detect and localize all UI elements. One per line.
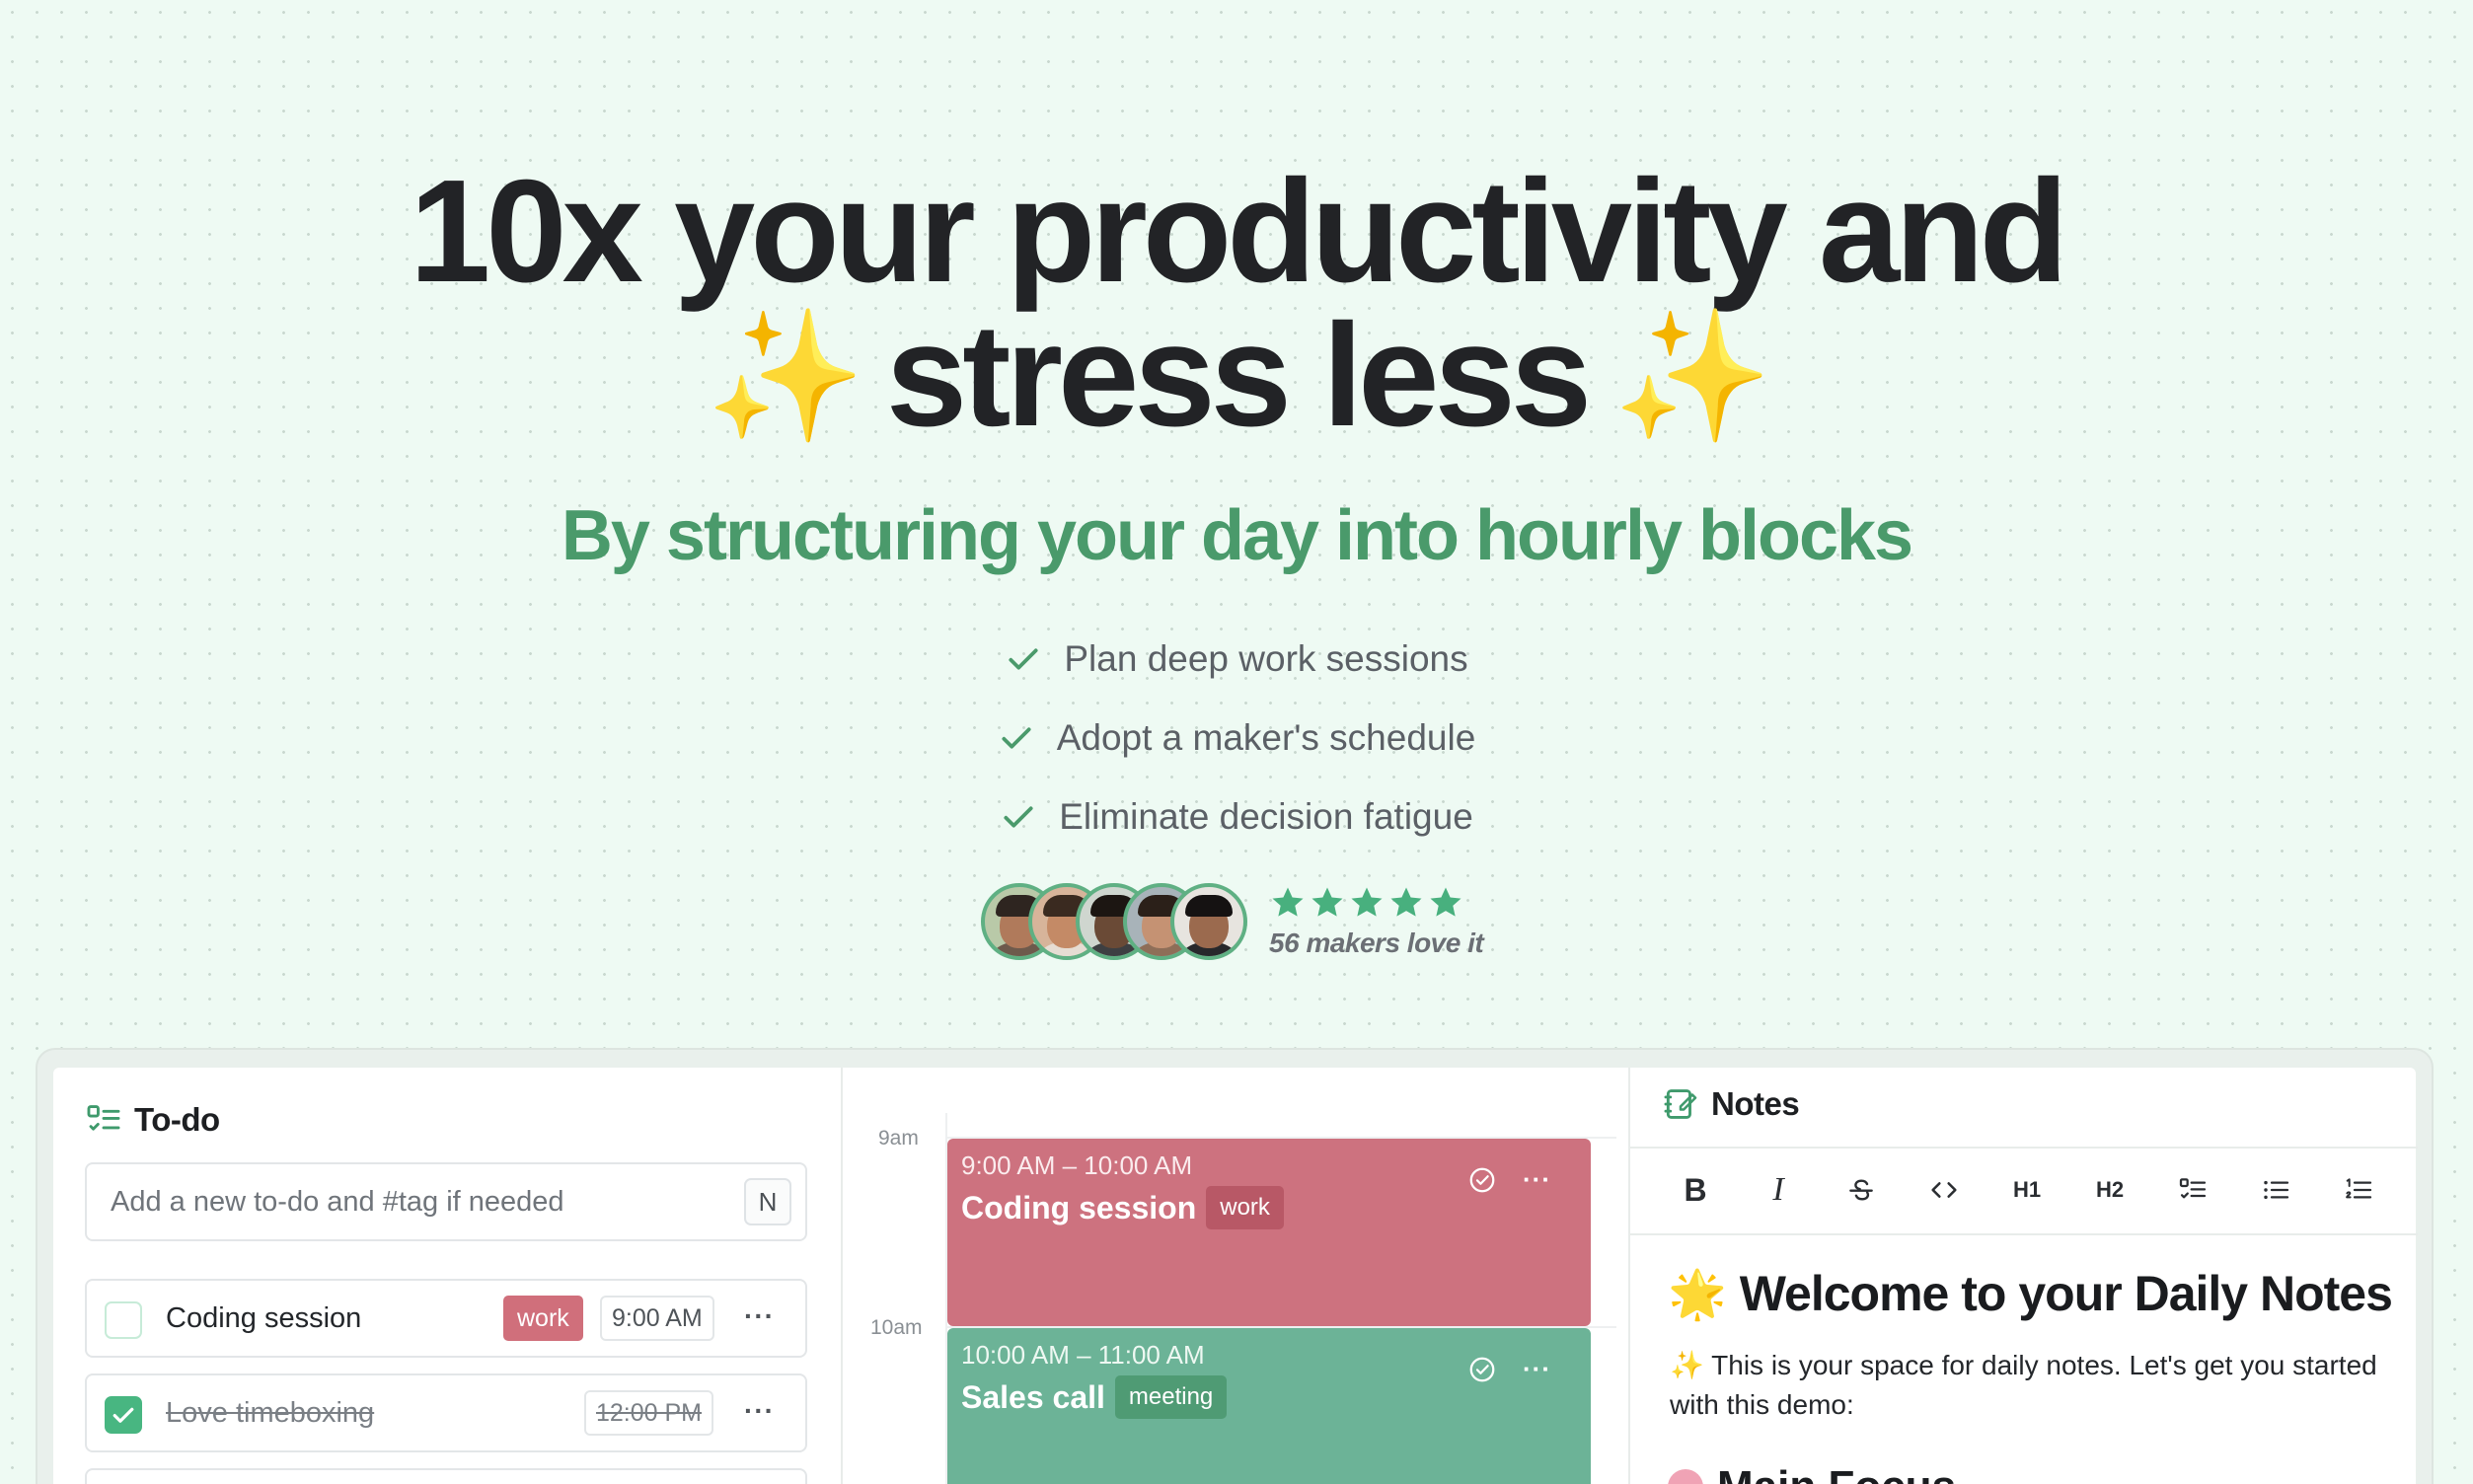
add-todo-placeholder: Add a new to-do and #tag if needed: [111, 1185, 564, 1218]
checklist-icon: [87, 1105, 120, 1131]
sparkle-icon: ✨: [1670, 1350, 1704, 1380]
notes-panel: Notes B I H1 H2 🌟 Welcome to your Daily …: [1628, 1068, 2418, 1484]
note-paragraph[interactable]: ✨ This is your space for daily notes. Le…: [1670, 1346, 2380, 1425]
checkmark-icon: [112, 1407, 134, 1423]
complete-icon[interactable]: [1467, 1355, 1497, 1384]
italic-button[interactable]: I: [1737, 1160, 1820, 1220]
numbered-list-icon: [2346, 1178, 2372, 1199]
star-icon: [1390, 887, 1422, 917]
code-icon: [1931, 1182, 1957, 1198]
star-icon: [1351, 887, 1383, 917]
avatar: [1170, 883, 1247, 960]
todo-item[interactable]: [85, 1468, 807, 1484]
bullet-list-button[interactable]: [2234, 1160, 2317, 1220]
more-options-icon[interactable]: ···: [744, 1300, 775, 1332]
event-time: 9:00 AM – 10:00 AM: [961, 1150, 1193, 1180]
check-icon: [1009, 648, 1038, 670]
event-title: Sales call: [961, 1378, 1105, 1415]
star-icon: [1272, 887, 1304, 917]
subheadline: By structuring your day into hourly bloc…: [561, 496, 1913, 575]
star-icon: [1430, 887, 1461, 917]
calendar-event[interactable]: 9:00 AM – 10:00 AM Coding session work ·…: [947, 1139, 1591, 1326]
tag-badge[interactable]: meeting: [1114, 1375, 1228, 1419]
todo-item[interactable]: Coding session work 9:00 AM ···: [85, 1279, 807, 1358]
more-options-icon[interactable]: ···: [744, 1395, 775, 1427]
todo-checkbox[interactable]: [105, 1301, 142, 1339]
note-paragraph-text[interactable]: This is your space for daily notes. Let'…: [1670, 1350, 2377, 1420]
todo-checkbox-checked[interactable]: [105, 1396, 142, 1434]
event-title-row: Sales call meeting: [961, 1375, 1228, 1419]
headline-line-1: 10x your productivity and: [409, 150, 2068, 313]
event-actions: ···: [1467, 1354, 1551, 1384]
bullet-list-icon: [2264, 1180, 2289, 1200]
todo-title: To-do: [134, 1101, 220, 1138]
add-todo-input[interactable]: Add a new to-do and #tag if needed N: [85, 1162, 807, 1241]
notes-title: Notes: [1711, 1085, 1800, 1122]
hour-label: 9am: [878, 1127, 919, 1150]
star-emoji-icon: 🌟: [1668, 1268, 1727, 1321]
keyboard-shortcut-badge: N: [744, 1178, 791, 1225]
todo-label[interactable]: Love timeboxing: [166, 1397, 374, 1430]
bold-button[interactable]: B: [1654, 1160, 1737, 1220]
hour-label: 10am: [870, 1316, 923, 1339]
code-button[interactable]: [1903, 1160, 1986, 1220]
note-heading-text[interactable]: Welcome to your Daily Notes: [1740, 1265, 2393, 1322]
benefit-item: Plan deep work sessions: [0, 620, 2473, 699]
social-proof: 56 makers love it: [981, 880, 1484, 963]
more-options-icon[interactable]: ···: [1523, 1354, 1551, 1384]
makers-love-text: 56 makers love it: [1269, 928, 1484, 959]
more-options-icon[interactable]: ···: [1523, 1164, 1551, 1195]
benefit-item: Eliminate decision fatigue: [0, 778, 2473, 856]
hero-section: 10x your productivity and ✨ stress less ✨ …: [0, 0, 2473, 1026]
makers-label: makers love it: [1306, 928, 1484, 958]
benefit-text: Plan deep work sessions: [1064, 638, 1468, 679]
tag-badge[interactable]: work: [503, 1296, 583, 1341]
todo-time[interactable]: 12:00 PM: [584, 1390, 714, 1436]
note-heading[interactable]: 🌟 Welcome to your Daily Notes: [1668, 1265, 2393, 1322]
tag-badge[interactable]: work: [1206, 1186, 1284, 1229]
brain-icon: [1668, 1469, 1703, 1484]
rating: 56 makers love it: [1269, 884, 1484, 959]
star-rating: [1269, 884, 1483, 922]
editor-toolbar: B I H1 H2: [1630, 1147, 2418, 1233]
benefit-text: Adopt a maker's schedule: [1056, 717, 1476, 758]
benefit-list: Plan deep work sessions Adopt a maker's …: [0, 620, 2473, 856]
sparkle-icon-right: ✨: [1612, 304, 1772, 448]
heading-2-button[interactable]: H2: [2068, 1160, 2151, 1220]
headline-line-2-text: stress less: [885, 294, 1592, 457]
calendar-panel: 9am 10am 9:00 AM – 10:00 AM Coding sessi…: [841, 1068, 1628, 1484]
strikethrough-button[interactable]: [1820, 1160, 1903, 1220]
benefit-text: Eliminate decision fatigue: [1059, 796, 1473, 837]
todo-panel: To-do Add a new to-do and #tag if needed…: [53, 1068, 841, 1484]
numbered-list-button[interactable]: [2317, 1160, 2400, 1220]
todo-time[interactable]: 9:00 AM: [600, 1296, 714, 1341]
notebook-icon: [1664, 1089, 1697, 1119]
star-icon: [1311, 887, 1343, 917]
check-icon: [1002, 727, 1031, 749]
task-list-icon: [2179, 1178, 2207, 1199]
calendar-event[interactable]: 10:00 AM – 11:00 AM Sales call meeting ·…: [947, 1328, 1591, 1484]
todo-label[interactable]: Coding session: [166, 1302, 361, 1335]
todo-header: To-do: [85, 1101, 220, 1139]
benefit-item: Adopt a maker's schedule: [0, 699, 2473, 778]
event-title-row: Coding session work: [961, 1186, 1284, 1229]
headline-line-2: ✨ stress less ✨: [0, 302, 2473, 450]
event-actions: ···: [1467, 1164, 1551, 1195]
notes-header: Notes: [1662, 1085, 1800, 1123]
avatar-group: [981, 883, 1247, 960]
heading-1-button[interactable]: H1: [1986, 1160, 2068, 1220]
todo-item[interactable]: Love timeboxing 12:00 PM ···: [85, 1373, 807, 1452]
check-icon: [1004, 806, 1033, 828]
note-subheading-text[interactable]: Main Focus: [1717, 1462, 1956, 1484]
event-time: 10:00 AM – 11:00 AM: [961, 1340, 1205, 1370]
divider: [1630, 1233, 2418, 1235]
note-subheading[interactable]: Main Focus: [1668, 1462, 1956, 1484]
event-title: Coding session: [961, 1189, 1197, 1225]
task-list-button[interactable]: [2151, 1160, 2234, 1220]
makers-count: 56: [1269, 928, 1300, 958]
sparkle-icon-left: ✨: [705, 304, 865, 448]
complete-icon[interactable]: [1467, 1165, 1497, 1195]
strikethrough-icon: [1849, 1179, 1873, 1201]
